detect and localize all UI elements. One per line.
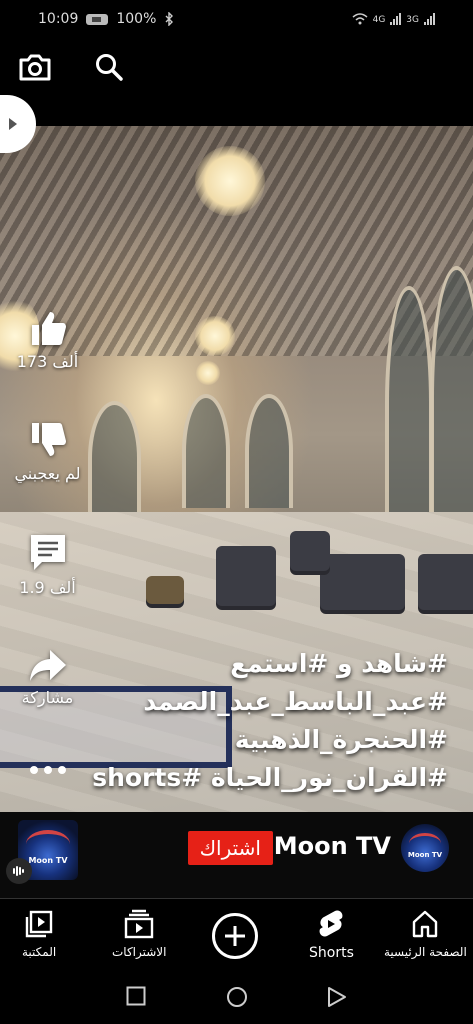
status-left: 10:09 100% <box>38 11 174 27</box>
channel-bar: Moon TV اشتراك Moon TV Moon TV <box>0 812 473 898</box>
nav-shorts[interactable]: Shorts <box>309 909 354 961</box>
nav-subscriptions[interactable]: الاشتراكات <box>112 909 166 959</box>
caption-line-3[interactable]: #الحنجرة_الذهبية <box>92 721 448 759</box>
home-icon <box>413 910 438 938</box>
channel-avatar[interactable]: Moon TV <box>401 824 449 872</box>
network-b-label: 3G <box>406 15 419 25</box>
dot <box>44 766 52 774</box>
camera-icon <box>19 54 51 81</box>
nav-library[interactable]: المكتبة <box>22 909 56 959</box>
subscriptions-icon <box>125 909 154 939</box>
chandelier <box>195 146 265 216</box>
bluetooth-icon <box>165 12 174 26</box>
clock: 10:09 <box>38 11 79 27</box>
video-caption: #شاهد و #استمع #عبد_الباسط_عبد_الصمد #ال… <box>92 645 448 797</box>
create-button[interactable] <box>212 913 258 959</box>
arch <box>245 394 293 508</box>
dislike-button[interactable]: لم يعجبني <box>0 420 95 483</box>
back-icon[interactable] <box>327 986 347 1008</box>
comment-icon <box>30 535 65 570</box>
library-icon <box>25 910 53 938</box>
network-a-label: 4G <box>372 15 386 25</box>
share-label: مشاركة <box>21 688 74 707</box>
sofa-row <box>320 554 405 610</box>
chandelier <box>196 361 220 385</box>
arch <box>385 286 433 520</box>
arch <box>88 401 141 515</box>
arch <box>182 394 230 508</box>
bottom-nav: المكتبة الاشتراكات Shorts الصفحة الرئيسي… <box>0 898 473 970</box>
chandelier <box>195 316 235 356</box>
more-options-button[interactable] <box>30 766 66 774</box>
avatar-text: Moon TV <box>407 851 443 859</box>
nav-subscriptions-label: الاشتراكات <box>112 945 167 959</box>
battery-saver-icon <box>86 13 109 25</box>
subscribe-button[interactable]: اشتراك <box>187 831 273 865</box>
dot <box>58 766 66 774</box>
thumbs-down-icon <box>31 423 66 456</box>
side-table <box>146 576 184 604</box>
nav-home[interactable]: الصفحة الرئيسية <box>384 909 467 959</box>
battery-level: 100% <box>116 11 157 27</box>
status-right: 4G 3G <box>352 13 435 25</box>
signal-icon-2 <box>424 13 435 25</box>
camera-button[interactable] <box>18 50 52 84</box>
shorts-icon <box>319 910 343 937</box>
moon-logo <box>26 830 70 858</box>
comments-button[interactable]: 1.9 ألف <box>0 532 95 597</box>
share-button[interactable]: مشاركة <box>0 648 95 707</box>
recents-icon[interactable] <box>126 986 146 1006</box>
dot <box>30 766 38 774</box>
like-count: 173 ألف <box>16 352 79 371</box>
comment-count: 1.9 ألف <box>19 578 76 597</box>
sofa-row <box>290 531 330 571</box>
wifi-icon <box>352 13 368 25</box>
channel-name[interactable]: Moon TV <box>274 832 391 860</box>
nav-shorts-label: Shorts <box>309 945 354 961</box>
caption-line-1[interactable]: #شاهد و #استمع <box>92 645 448 683</box>
caption-line-2[interactable]: #عبد_الباسط_عبد_الصمد <box>92 683 448 721</box>
top-actions <box>18 50 126 84</box>
signal-icon <box>390 13 402 25</box>
caption-line-4[interactable]: #القران_نور_الحياة #shorts <box>92 759 448 797</box>
thumbs-up-icon <box>31 312 66 345</box>
share-icon <box>29 650 66 681</box>
sofa-row <box>216 546 276 606</box>
chevron-right-icon <box>9 118 17 130</box>
sofa-row <box>418 554 473 610</box>
search-button[interactable] <box>92 50 126 84</box>
like-button[interactable]: 173 ألف <box>0 308 95 371</box>
dislike-label: لم يعجبني <box>14 464 81 483</box>
home-circle-icon[interactable] <box>226 986 248 1008</box>
status-bar: 10:09 100% 4G 3G <box>0 0 473 38</box>
search-icon <box>96 54 123 81</box>
arch <box>430 266 473 530</box>
plus-icon <box>225 926 245 946</box>
nav-library-label: المكتبة <box>22 945 57 959</box>
nav-home-label: الصفحة الرئيسية <box>384 945 467 959</box>
system-navigation <box>0 970 473 1024</box>
sound-wave-icon <box>6 858 32 884</box>
